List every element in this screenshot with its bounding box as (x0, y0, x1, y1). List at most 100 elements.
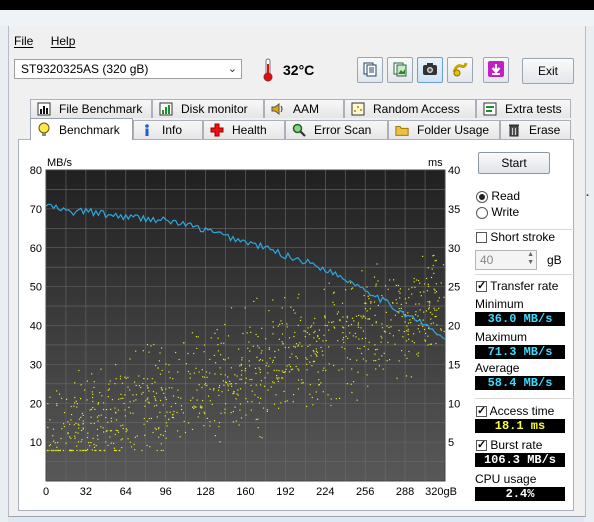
average-label: Average (475, 361, 520, 375)
access-time-point (417, 355, 419, 357)
access-time-point (227, 385, 229, 387)
access-time-point (314, 317, 316, 320)
access-time-point (201, 386, 203, 389)
cpu-usage-label: CPU usage (475, 472, 537, 486)
transfer-rate-checkbox[interactable] (476, 279, 487, 293)
short-stroke-spinner[interactable]: 40 ▲ ▼ (475, 250, 537, 270)
access-time-point (408, 288, 410, 290)
access-time-point (347, 337, 349, 339)
access-time-point (165, 437, 167, 439)
access-time-point (352, 287, 354, 289)
start-button[interactable]: Start (478, 152, 550, 174)
access-time-point (52, 449, 54, 452)
access-time-point (214, 435, 216, 437)
access-time-point (314, 330, 316, 332)
tab-erase[interactable]: Erase (500, 120, 571, 139)
access-time-point (245, 414, 247, 416)
access-time-point (218, 394, 220, 396)
burst-rate-row[interactable]: Burst rate (476, 438, 542, 452)
access-time-point (160, 434, 162, 436)
menu-help[interactable]: Help (51, 34, 76, 48)
tab-random-access[interactable]: Random Access (344, 99, 476, 118)
tab-error-scan[interactable]: Error Scan (285, 120, 388, 139)
access-time-point (187, 422, 190, 424)
access-time-point (232, 411, 234, 413)
copy-text-button[interactable] (357, 57, 383, 83)
access-time-point (67, 421, 69, 423)
access-time-point (361, 338, 363, 340)
access-time-point (353, 320, 355, 322)
access-time-point (103, 431, 105, 433)
access-time-point (393, 279, 395, 281)
read-radio-row[interactable]: Read (476, 189, 520, 203)
access-time-point (64, 412, 66, 414)
access-time-point (311, 325, 313, 327)
access-time-point (336, 313, 338, 315)
access-time-point (105, 430, 107, 432)
access-time-point (95, 444, 97, 447)
access-time-point (325, 369, 327, 372)
tab-extra-tests[interactable]: Extra tests (476, 99, 571, 118)
access-time-point (104, 449, 106, 452)
access-time-point (278, 407, 280, 409)
access-time-point (150, 417, 152, 419)
access-time-point (387, 288, 389, 290)
access-time-point (241, 359, 243, 361)
save-download-button[interactable] (483, 57, 509, 83)
access-time-point (346, 317, 348, 319)
tab-health[interactable]: Health (203, 120, 285, 139)
access-time-checkbox[interactable] (476, 404, 487, 418)
burst-rate-checkbox[interactable] (476, 438, 487, 452)
tab-benchmark[interactable]: Benchmark (30, 118, 133, 140)
access-time-point (229, 380, 231, 382)
access-time-point (164, 396, 166, 399)
tab-aam[interactable]: AAM (264, 99, 344, 118)
access-time-point (436, 309, 438, 311)
short-stroke-row[interactable]: Short stroke (476, 230, 555, 244)
access-time-point (306, 332, 308, 334)
access-time-point (250, 331, 252, 333)
access-time-point (276, 377, 278, 379)
spinner-arrows-icon[interactable]: ▲ ▼ (527, 251, 534, 267)
access-time-point (294, 346, 296, 348)
write-radio-row[interactable]: Write (476, 205, 519, 219)
copy-image-button[interactable] (387, 57, 413, 83)
screenshot-button[interactable] (417, 57, 443, 83)
access-time-point (70, 405, 72, 408)
read-radio[interactable] (476, 190, 488, 203)
menu-file[interactable]: File (14, 34, 33, 48)
access-time-point (424, 340, 427, 342)
access-time-point (100, 414, 102, 416)
access-time-point (433, 307, 435, 309)
tab-disk-monitor[interactable]: Disk monitor (152, 99, 264, 118)
access-time-point (148, 351, 150, 353)
short-stroke-checkbox[interactable] (476, 232, 487, 244)
access-time-point (78, 369, 80, 372)
tab-info[interactable]: Info (133, 120, 203, 139)
access-time-point (108, 388, 110, 390)
exit-button[interactable]: Exit (522, 58, 574, 84)
access-time-point (171, 416, 173, 418)
access-time-point (289, 356, 291, 358)
transfer-rate-row[interactable]: Transfer rate (476, 279, 558, 293)
access-time-point (121, 447, 123, 449)
tab-folder-usage[interactable]: Folder Usage (388, 120, 500, 139)
access-time-point (356, 347, 359, 349)
access-time-point (268, 310, 270, 312)
access-time-point (373, 276, 376, 278)
access-time-point (413, 342, 415, 344)
access-time-point (253, 300, 255, 302)
write-radio[interactable] (476, 206, 488, 219)
health-settings-button[interactable] (447, 57, 473, 83)
access-time-row[interactable]: Access time (476, 404, 554, 418)
access-time-point (140, 386, 142, 389)
access-time-point (165, 398, 167, 401)
access-time-point (417, 352, 420, 354)
drive-select[interactable]: ST9320325AS (320 gB) ⌄ (14, 59, 242, 79)
access-time-point (396, 377, 398, 379)
x-tick-label: 128 (196, 486, 214, 498)
access-time-point (438, 297, 440, 299)
screenshot-camera-icon (422, 61, 438, 80)
access-time-point (410, 376, 412, 378)
tab-file-benchmark[interactable]: File Benchmark (30, 99, 152, 118)
